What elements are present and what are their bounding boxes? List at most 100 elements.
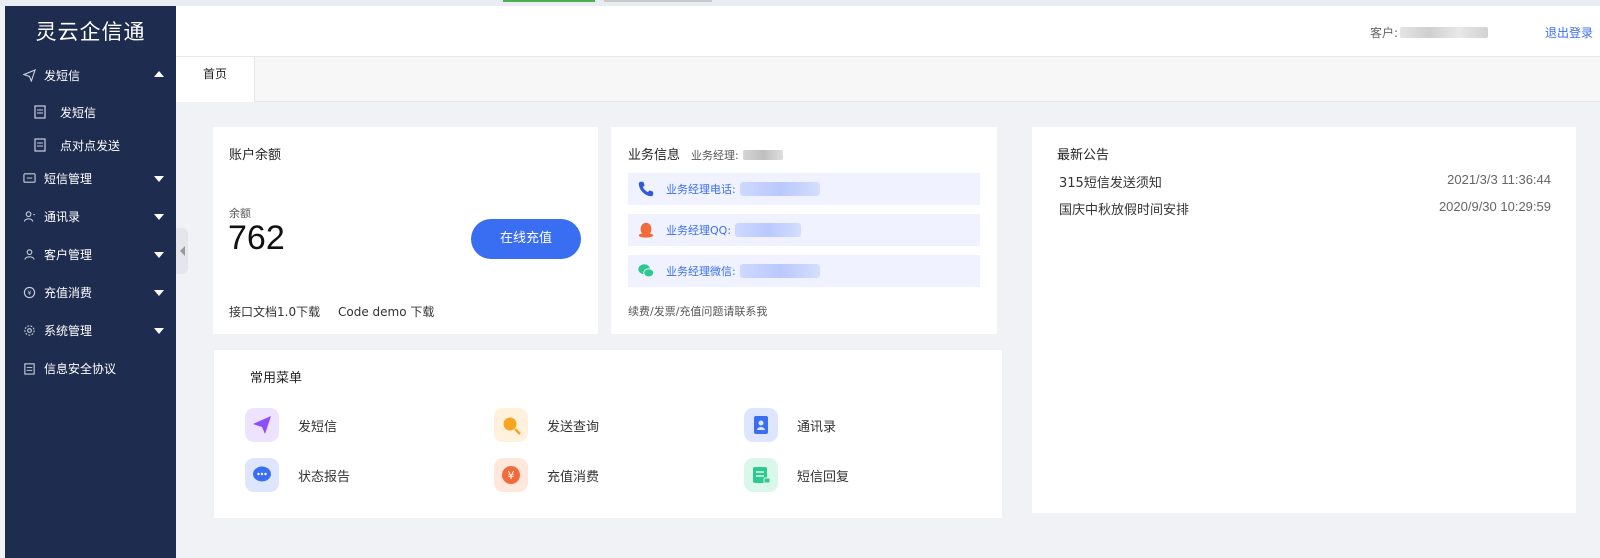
chevron-up-icon — [154, 71, 164, 77]
quick-sms-reply[interactable]: 短信回复 — [744, 458, 849, 492]
sidebar-item-label: 客户管理 — [44, 247, 93, 262]
sidebar-item-label: 发短信 — [44, 68, 81, 83]
app-title: 灵云企信通 — [35, 20, 146, 44]
common-menu-card: 常用菜单 发短信 发送查询 通讯录 状态报告 ¥ 充值消费 短信回复 — [214, 350, 1002, 518]
notice-card: 最新公告 315短信发送须知 2021/3/3 11:36:44 国庆中秋放假时… — [1032, 127, 1576, 513]
send-icon — [245, 408, 279, 442]
quick-recharge[interactable]: ¥ 充值消费 — [494, 458, 599, 492]
quick-contacts[interactable]: 通讯录 — [744, 408, 836, 442]
reply-icon — [744, 458, 778, 492]
svg-text:¥: ¥ — [508, 469, 515, 482]
sidebar-item-security-agreement[interactable]: 信息安全协议 — [5, 351, 176, 385]
notice-item-title: 315短信发送须知 — [1059, 176, 1162, 191]
business-card-title: 业务信息 — [628, 148, 681, 163]
balance-card: 账户余额 余额 762 在线充值 接口文档1.0下载 Code demo 下载 — [213, 127, 598, 334]
manager-phone-row: 业务经理电话: — [628, 173, 980, 205]
sidebar-item-sms-manage[interactable]: 短信管理 — [5, 161, 176, 195]
sidebar-item-label: 通讯录 — [44, 209, 81, 224]
quick-label: 通讯录 — [797, 419, 837, 435]
manager-qq-redacted — [735, 223, 802, 237]
svg-text:¥: ¥ — [27, 288, 31, 296]
manager-qq-label: 业务经理QQ: — [666, 224, 732, 237]
quick-label: 充值消费 — [547, 469, 600, 485]
manager-qq-row: 业务经理QQ: — [628, 214, 980, 246]
quick-label: 发送查询 — [547, 419, 600, 435]
sidebar-item-label: 充值消费 — [44, 285, 93, 300]
top-header: 客户: 退出登录 — [176, 6, 1600, 57]
yen-icon: ¥ — [494, 458, 528, 492]
sidebar: 灵云企信通 发短信 发短信 点对点发送 短信管理 通讯录 客户管理 ¥ 充值消费… — [5, 6, 176, 558]
manager-name-redacted — [742, 150, 783, 160]
gear-icon — [22, 323, 36, 337]
coin-icon: ¥ — [22, 285, 36, 299]
notice-item[interactable]: 国庆中秋放假时间安排 2020/9/30 10:29:59 — [1059, 199, 1551, 219]
strip-tab-inactive — [604, 0, 712, 2]
quick-send-sms[interactable]: 发短信 — [245, 408, 337, 442]
notice-item-date: 2020/9/30 10:29:59 — [1438, 199, 1551, 214]
wechat-icon — [636, 261, 656, 281]
user-icon — [22, 247, 36, 261]
search-icon — [494, 408, 528, 442]
quick-send-query[interactable]: 发送查询 — [494, 408, 599, 442]
manager-phone-label: 业务经理电话: — [666, 183, 736, 196]
chevron-down-icon — [154, 214, 164, 220]
manager-phone-redacted — [739, 182, 820, 196]
quick-status-report[interactable]: 状态报告 — [245, 458, 350, 492]
sidebar-item-label: 短信管理 — [44, 171, 93, 186]
sidebar-item-contacts[interactable]: 通讯录 — [5, 199, 176, 233]
strip-tab-active — [503, 0, 595, 2]
notice-item-date: 2021/3/3 11:36:44 — [1447, 172, 1551, 187]
chevron-down-icon — [154, 328, 164, 334]
business-manager-label: 业务经理: — [691, 149, 739, 162]
customer-label: 客户: — [1369, 26, 1398, 40]
business-info-card: 业务信息 业务经理: 业务经理电话: 业务经理QQ: 业务经理微信: 续费/发票… — [611, 127, 997, 334]
contacts-book-icon — [744, 408, 778, 442]
sidebar-item-recharge[interactable]: ¥ 充值消费 — [5, 275, 176, 309]
customer-name-redacted — [1400, 27, 1488, 38]
sidebar-item-label: 信息安全协议 — [44, 361, 117, 376]
business-manager: 业务经理: — [691, 147, 783, 163]
quick-label: 短信回复 — [797, 469, 850, 485]
api-doc-download-link[interactable]: 接口文档1.0下载 — [229, 303, 320, 320]
notice-item-title: 国庆中秋放假时间安排 — [1059, 203, 1190, 218]
contacts-icon — [22, 209, 36, 223]
balance-value: 762 — [228, 219, 285, 257]
sidebar-subitem-send-sms[interactable]: 发短信 — [5, 95, 176, 129]
quick-label: 发短信 — [298, 419, 338, 435]
sidebar-subitem-p2p-send[interactable]: 点对点发送 — [5, 128, 176, 162]
code-demo-download-link[interactable]: Code demo 下载 — [338, 303, 434, 320]
document-icon — [34, 105, 46, 119]
message-icon — [22, 171, 36, 185]
chevron-left-icon — [179, 246, 185, 256]
sidebar-collapse-handle[interactable] — [176, 228, 188, 274]
sidebar-subitem-label: 发短信 — [60, 105, 97, 120]
clipboard-icon — [22, 361, 36, 375]
document-icon — [34, 138, 46, 152]
balance-card-title: 账户余额 — [229, 148, 282, 163]
online-recharge-button[interactable]: 在线充值 — [471, 219, 581, 259]
sidebar-item-customer-manage[interactable]: 客户管理 — [5, 237, 176, 271]
chat-bubble-icon — [245, 458, 279, 492]
notice-card-title: 最新公告 — [1057, 148, 1110, 163]
paper-plane-icon — [22, 68, 36, 82]
manager-wechat-redacted — [739, 264, 820, 278]
chevron-down-icon — [154, 252, 164, 258]
sidebar-item-send-sms[interactable]: 发短信 — [5, 58, 176, 92]
qq-icon — [636, 220, 656, 240]
chevron-down-icon — [154, 176, 164, 182]
logout-link[interactable]: 退出登录 — [1545, 24, 1593, 41]
notice-item[interactable]: 315短信发送须知 2021/3/3 11:36:44 — [1059, 172, 1551, 192]
contact-note: 续费/发票/充值问题请联系我 — [628, 305, 768, 318]
tab-home[interactable]: 首页 — [176, 57, 255, 102]
common-menu-title: 常用菜单 — [250, 371, 303, 386]
sidebar-item-label: 系统管理 — [44, 323, 93, 338]
manager-wechat-label: 业务经理微信: — [666, 265, 736, 278]
quick-label: 状态报告 — [298, 469, 351, 485]
sidebar-item-system-manage[interactable]: 系统管理 — [5, 313, 176, 347]
phone-icon — [636, 179, 656, 199]
chevron-down-icon — [154, 290, 164, 296]
sidebar-subitem-label: 点对点发送 — [60, 138, 121, 153]
customer-info: 客户: — [1370, 24, 1488, 41]
tab-bar: 首页 — [176, 57, 1600, 102]
manager-wechat-row: 业务经理微信: — [628, 255, 980, 287]
